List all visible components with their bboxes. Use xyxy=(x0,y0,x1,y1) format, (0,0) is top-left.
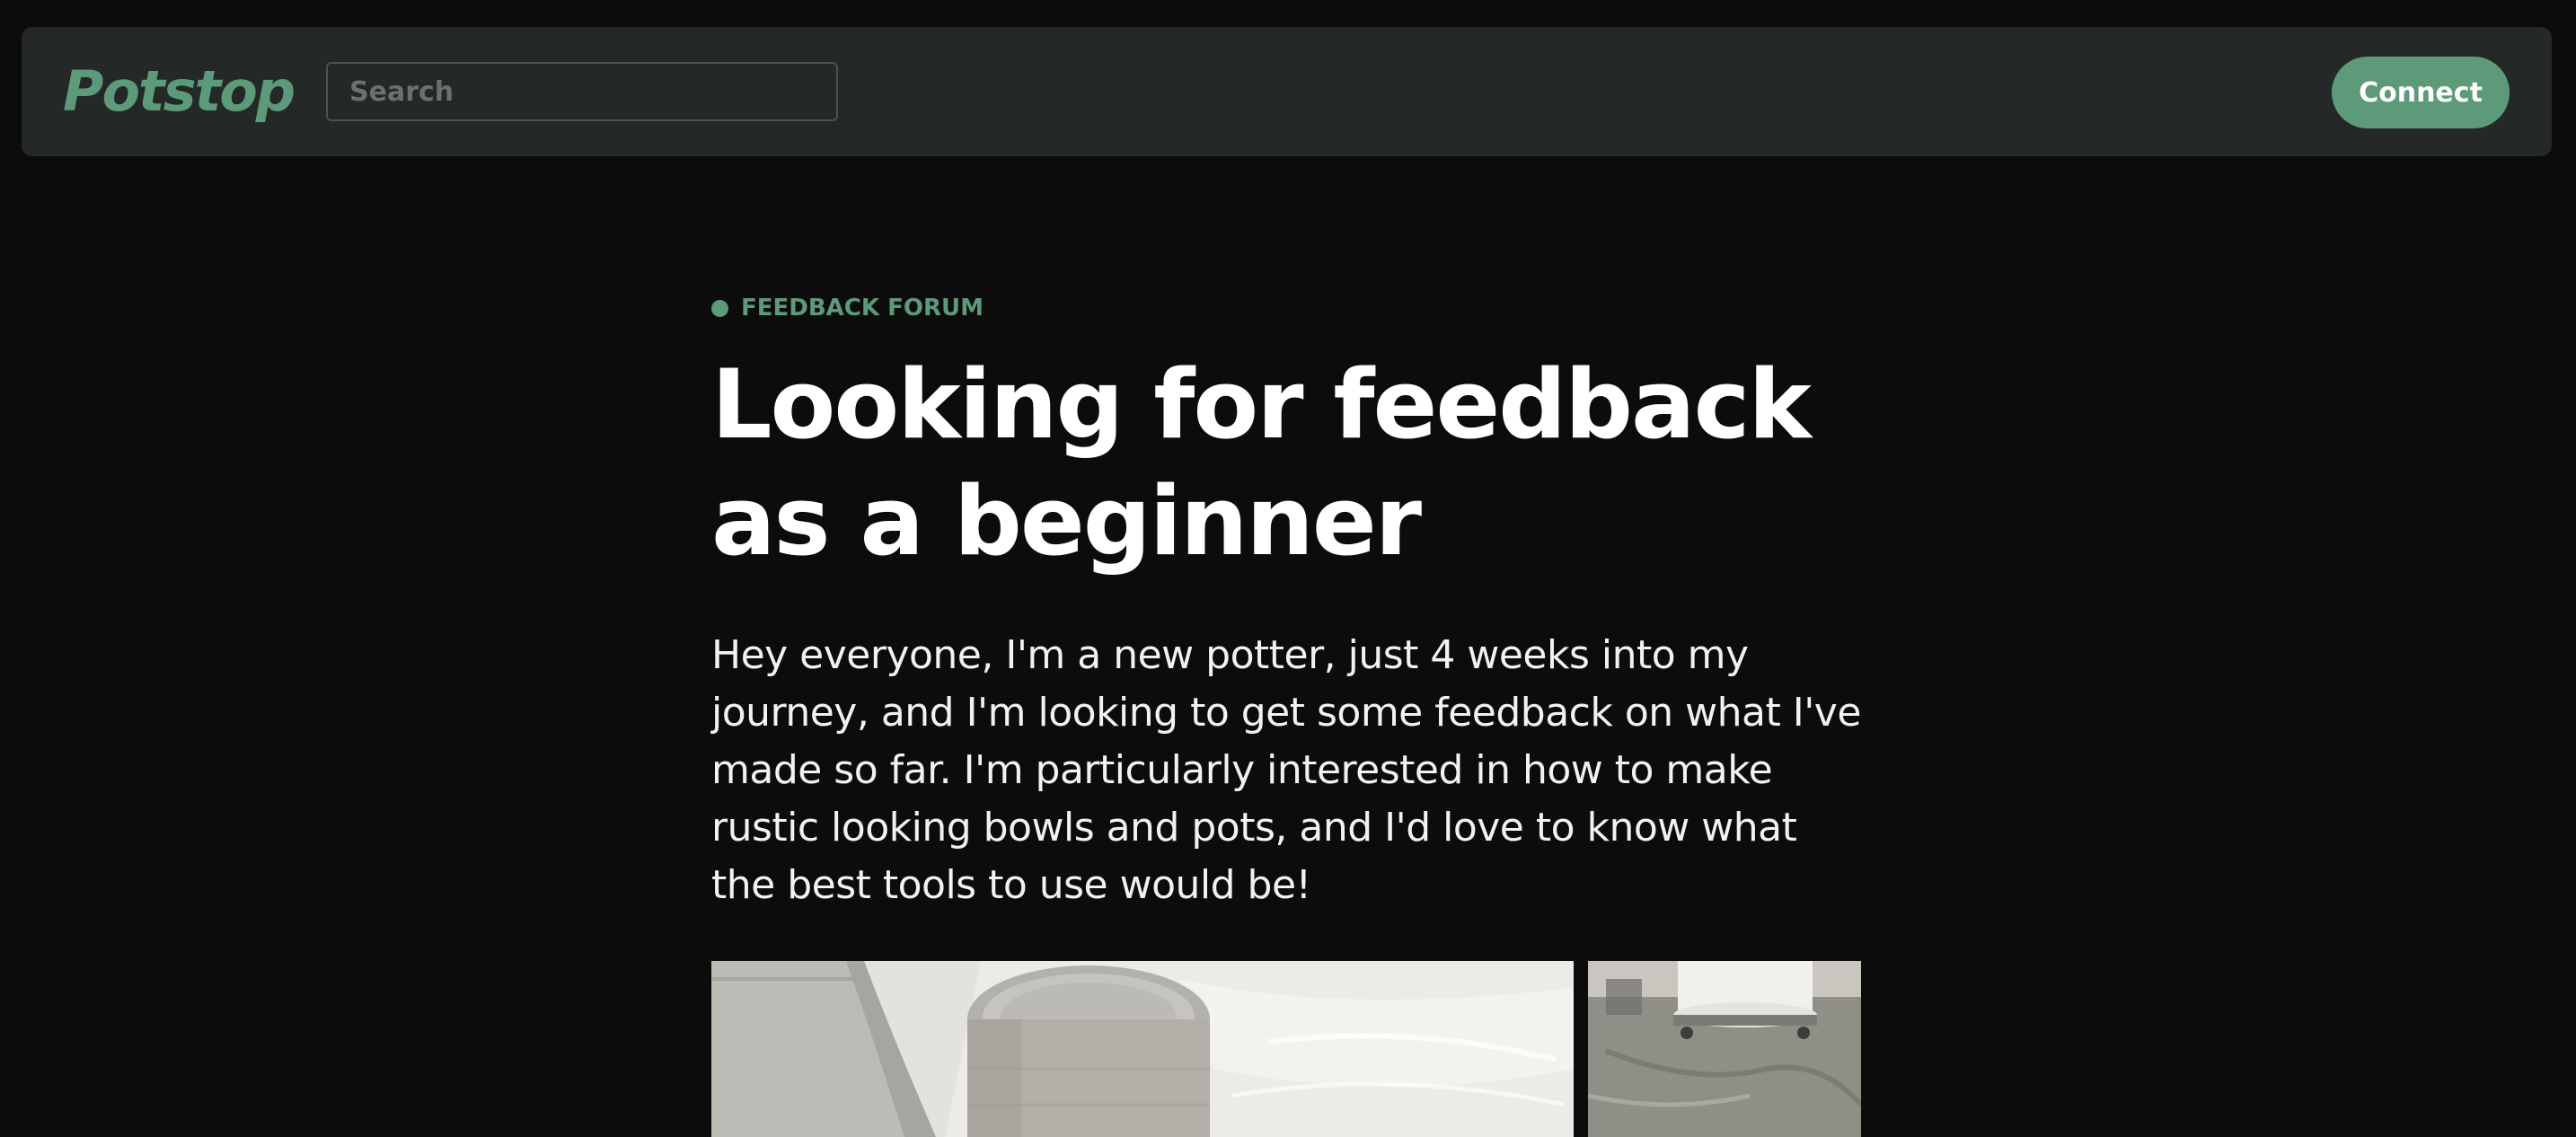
pottery-photo-illustration xyxy=(711,961,1574,1137)
post-content: FEEDBACK FORUM Looking for feedback as a… xyxy=(711,287,1861,914)
post-title: Looking for feedback as a beginner xyxy=(711,349,1812,577)
top-navigation-bar: Potstop Connect xyxy=(22,27,2552,156)
category-dot-icon xyxy=(711,299,728,317)
pottery-wheel-photo[interactable] xyxy=(1588,961,1861,1137)
pottery-wheel-photo-illustration xyxy=(1588,961,1861,1137)
pottery-photo[interactable] xyxy=(711,961,1574,1137)
post-image-gallery xyxy=(711,961,1861,1137)
connect-button[interactable]: Connect xyxy=(2332,57,2510,128)
brand-logo[interactable]: Potstop xyxy=(63,57,296,126)
category-label: FEEDBACK FORUM xyxy=(741,295,984,322)
post-category[interactable]: FEEDBACK FORUM xyxy=(711,287,1861,329)
search-input[interactable] xyxy=(326,62,838,121)
post-body: Hey everyone, I'm a new potter, just 4 w… xyxy=(711,632,1861,908)
